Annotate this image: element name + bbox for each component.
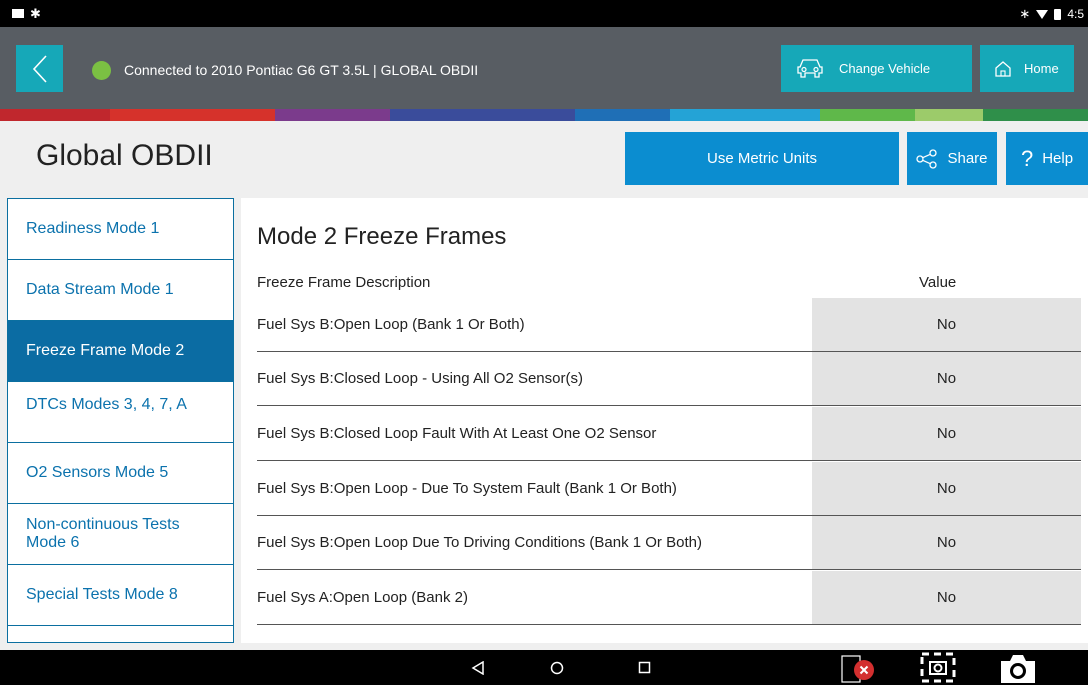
row-value: No <box>812 298 1081 351</box>
decorative-color-strip <box>0 109 1088 121</box>
share-label: Share <box>947 150 988 167</box>
bluetooth-icon: ∗ <box>1019 6 1031 21</box>
sidebar-item-dtcs[interactable]: DTCs Modes 3, 4, 7, A <box>8 382 233 443</box>
settings-gear-icon: ✱ <box>30 6 41 21</box>
home-label: Home <box>1024 61 1059 76</box>
back-triangle-icon[interactable] <box>466 650 490 685</box>
camera-icon[interactable] <box>996 650 1040 685</box>
row-value: No <box>812 516 1081 569</box>
help-label: Help <box>1042 150 1074 167</box>
system-nav-bar <box>0 650 1088 685</box>
row-description: Fuel Sys B:Open Loop - Due To System Fau… <box>257 480 677 497</box>
table-row: Fuel Sys B:Closed Loop - Using All O2 Se… <box>257 352 1081 406</box>
row-value: No <box>812 407 1081 460</box>
title-row: Global OBDII Use Metric Units Share ? He… <box>0 121 1088 197</box>
row-description: Fuel Sys B:Closed Loop - Using All O2 Se… <box>257 370 583 387</box>
status-bar: ✱ ∗ 4:5 <box>0 0 1088 27</box>
sidebar-item-label: Readiness Mode 1 <box>26 220 160 237</box>
sidebar-item-o2-sensors[interactable]: O2 Sensors Mode 5 <box>8 443 233 504</box>
panel-title: Mode 2 Freeze Frames <box>257 223 507 250</box>
table-row: Fuel Sys B:Open Loop (Bank 1 Or Both) No <box>257 298 1081 352</box>
wifi-icon <box>1036 9 1049 19</box>
share-button[interactable]: Share <box>907 132 997 185</box>
page-title: Global OBDII <box>36 139 213 172</box>
home-icon <box>994 60 1012 78</box>
sidebar-item-data-stream[interactable]: Data Stream Mode 1 <box>8 260 233 321</box>
sidebar-item-label: Data Stream Mode 1 <box>26 281 174 298</box>
column-header-description: Freeze Frame Description <box>257 274 431 291</box>
column-header-value: Value <box>919 274 957 291</box>
sidebar-item-label: DTCs Modes 3, 4, 7, A <box>26 396 187 413</box>
home-button[interactable]: Home <box>980 45 1074 92</box>
battery-icon <box>1054 8 1062 20</box>
help-button[interactable]: ? Help <box>1006 132 1088 185</box>
notification-box-icon <box>12 9 24 18</box>
back-button[interactable] <box>16 45 63 92</box>
row-value: No <box>812 462 1081 515</box>
row-value: No <box>812 571 1081 624</box>
app-header: Connected to 2010 Pontiac G6 GT 3.5L | G… <box>0 27 1088 109</box>
metric-label: Use Metric Units <box>706 150 818 167</box>
home-circle-icon[interactable] <box>545 650 569 685</box>
row-description: Fuel Sys B:Closed Loop Fault With At Lea… <box>257 425 657 442</box>
change-vehicle-button[interactable]: Change Vehicle <box>781 45 972 92</box>
table-row: Fuel Sys B:Closed Loop Fault With At Lea… <box>257 407 1081 461</box>
change-vehicle-label: Change Vehicle <box>839 61 931 76</box>
connection-status-text: Connected to 2010 Pontiac G6 GT 3.5L | G… <box>124 62 479 78</box>
mode-sidebar: Readiness Mode 1 Data Stream Mode 1 Free… <box>7 198 234 643</box>
sidebar-item-non-continuous-tests[interactable]: Non-continuous Tests Mode 6 <box>8 504 233 565</box>
car-icon <box>795 58 825 80</box>
close-record-icon[interactable] <box>838 650 878 685</box>
table-row: Fuel Sys B:Open Loop Due To Driving Cond… <box>257 516 1081 570</box>
row-description: Fuel Sys B:Open Loop Due To Driving Cond… <box>257 534 702 551</box>
clock-text: 4:5 <box>1067 7 1084 21</box>
sidebar-item-special-tests[interactable]: Special Tests Mode 8 <box>8 565 233 626</box>
row-description: Fuel Sys A:Open Loop (Bank 2) <box>257 589 468 606</box>
sidebar-item-label: Special Tests Mode 8 <box>26 586 178 603</box>
sidebar-item-label: Non-continuous Tests Mode 6 <box>26 516 180 551</box>
connection-status-dot <box>92 61 111 80</box>
table-row: Fuel Sys B:Open Loop - Due To System Fau… <box>257 462 1081 516</box>
table-row: Fuel Sys A:Open Loop (Bank 2) No <box>257 571 1081 625</box>
sidebar-item-readiness[interactable]: Readiness Mode 1 <box>8 199 233 260</box>
sidebar-item-label: O2 Sensors Mode 5 <box>26 464 169 481</box>
sidebar-item-label: Freeze Frame Mode 2 <box>26 342 185 359</box>
screenshot-region-icon[interactable] <box>918 650 958 685</box>
freeze-frame-panel: Mode 2 Freeze Frames Freeze Frame Descri… <box>241 198 1088 643</box>
recents-square-icon[interactable] <box>632 650 656 685</box>
sidebar-item-freeze-frame[interactable]: Freeze Frame Mode 2 <box>8 321 233 382</box>
chevron-left-icon <box>32 54 47 83</box>
row-description: Fuel Sys B:Open Loop (Bank 1 Or Both) <box>257 316 525 333</box>
share-icon <box>916 148 938 169</box>
help-question-icon: ? <box>1020 145 1034 171</box>
row-value: No <box>812 352 1081 405</box>
use-metric-units-button[interactable]: Use Metric Units <box>625 132 899 185</box>
